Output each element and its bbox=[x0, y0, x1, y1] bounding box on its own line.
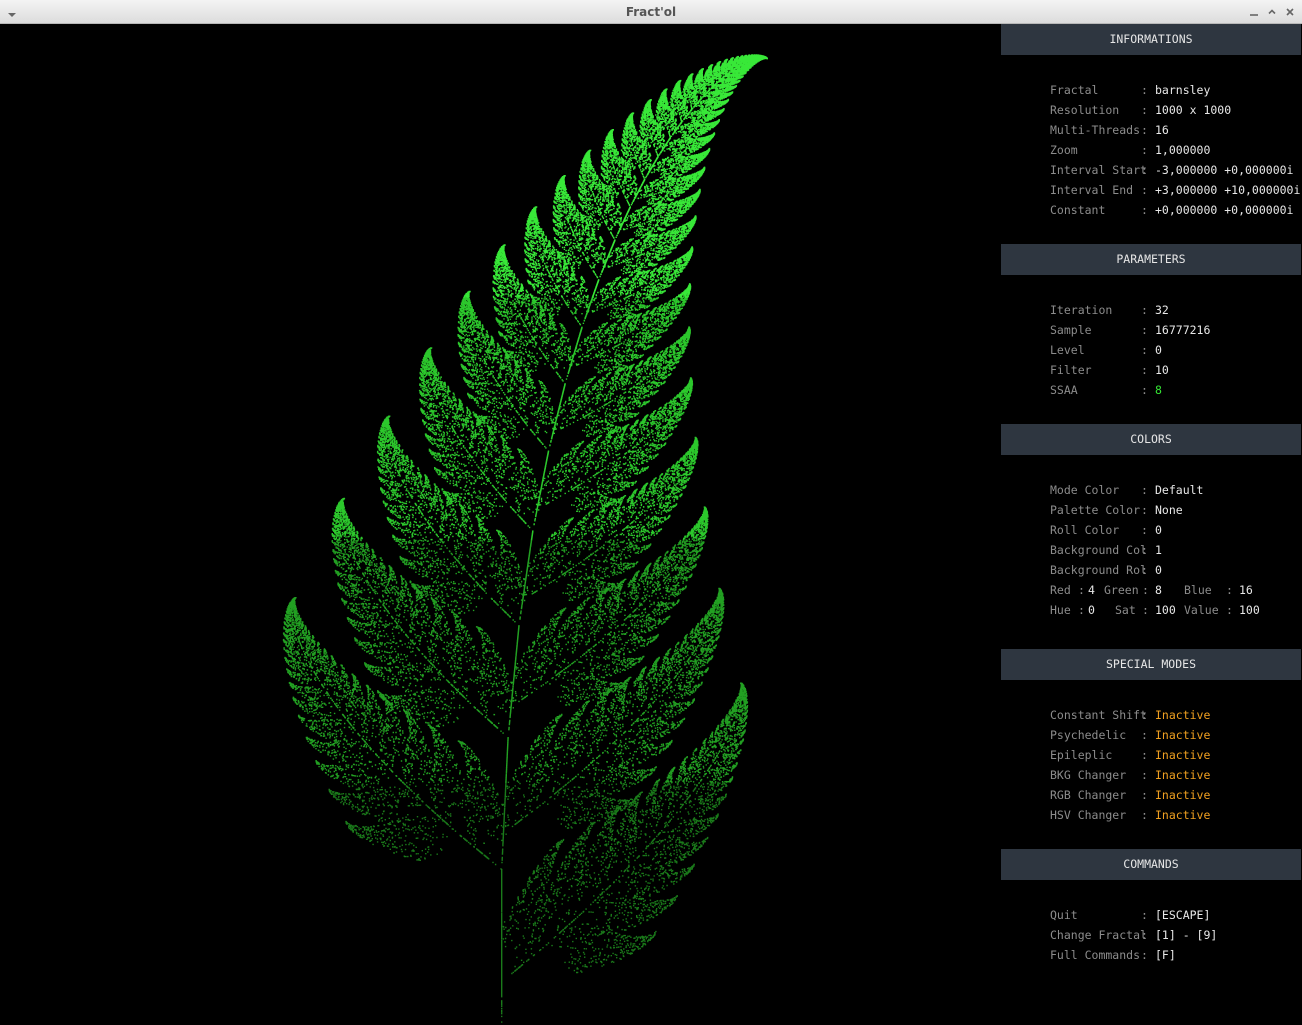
fern-points-layer-1 bbox=[283, 539, 748, 783]
close-icon[interactable] bbox=[1282, 4, 1298, 20]
parameters-header: PARAMETERS bbox=[1001, 244, 1301, 275]
maximize-icon[interactable] bbox=[1264, 4, 1280, 20]
barnsley-fern-render bbox=[1, 24, 1001, 1024]
minimize-icon[interactable] bbox=[1246, 4, 1262, 20]
commands-header: COMMANDS bbox=[1001, 849, 1301, 880]
fractal-canvas[interactable] bbox=[1, 24, 1001, 1024]
fern-points-layer-3 bbox=[464, 54, 768, 298]
colors-header: COLORS bbox=[1001, 424, 1301, 455]
window-title: Fract'ol bbox=[0, 0, 1302, 24]
informations-header: INFORMATIONS bbox=[1001, 24, 1301, 55]
window-titlebar: Fract'ol bbox=[0, 0, 1302, 24]
fern-points-layer-0 bbox=[329, 782, 728, 1023]
info-panel: INFORMATIONS Fractal: barnsley Resolution… bbox=[1001, 24, 1301, 1024]
fern-points-layer-2 bbox=[332, 297, 709, 541]
special-modes-header: SPECIAL MODES bbox=[1001, 649, 1301, 680]
